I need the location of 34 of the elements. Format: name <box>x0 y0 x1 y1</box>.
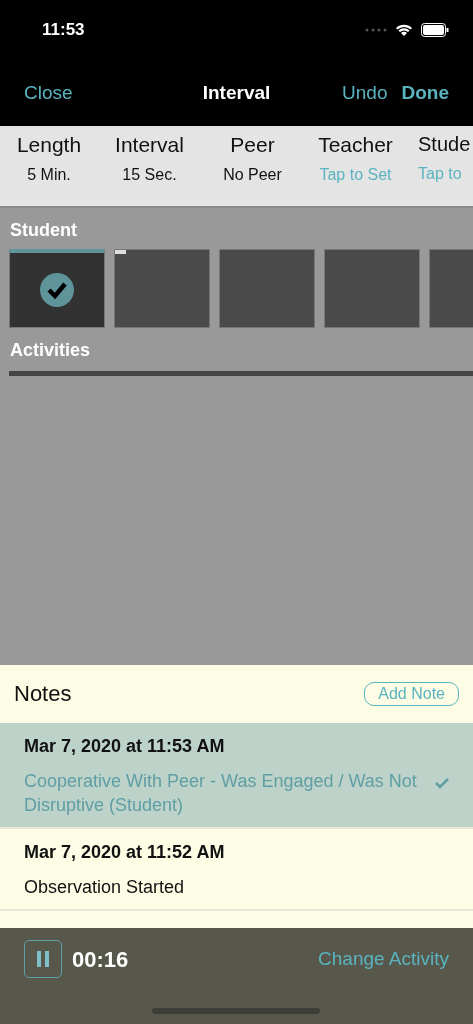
interval-tile[interactable] <box>114 249 210 328</box>
setting-value: No Peer <box>223 166 282 184</box>
check-icon <box>40 273 74 307</box>
section-title: Activities <box>9 339 91 362</box>
timer: 00:16 <box>72 947 129 973</box>
checkmark-icon <box>435 778 449 789</box>
pause-icon <box>37 951 49 967</box>
note-text: Cooperative With Peer - Was Engaged / Was Not Disruptive (Student) <box>24 770 418 817</box>
note-date: Mar 7, 2020 at 11:53 AM <box>24 736 225 757</box>
status-time: 11:53 <box>42 20 85 40</box>
setting-value: 15 Sec. <box>122 166 177 184</box>
setting-label: Interval <box>115 133 184 157</box>
section-title: Student <box>9 219 77 242</box>
screen-title: Interval <box>202 82 271 103</box>
setting-label: Length <box>16 133 82 157</box>
note-text: Observation Started <box>24 876 186 899</box>
setting-label: Stude <box>418 133 471 156</box>
note-date: Mar 7, 2020 at 11:52 AM <box>24 842 225 863</box>
interval-tile[interactable] <box>324 249 420 328</box>
note-row[interactable]: Mar 7, 2020 at 11:53 AM Cooperative With Peer - Was Engaged / Was Not Disruptive (Student) <box>0 723 473 829</box>
battery-icon <box>421 23 449 37</box>
setting-label: Teacher <box>318 133 393 157</box>
wifi-icon <box>395 23 413 37</box>
interval-tile[interactable] <box>219 249 315 328</box>
setting-label: Peer <box>230 133 275 157</box>
done-button[interactable]: Done <box>401 82 449 104</box>
close-button[interactable]: Close <box>24 82 73 104</box>
notes-title: Notes <box>14 681 72 707</box>
undo-button[interactable]: Undo <box>342 82 388 104</box>
note-row[interactable]: Mar 7, 2020 at 11:52 AM Observation Started <box>0 829 473 911</box>
pause-button[interactable] <box>24 940 62 978</box>
signal-icon <box>365 28 387 32</box>
setting-value: 5 Min. <box>27 166 71 184</box>
interval-tile[interactable] <box>9 249 105 328</box>
